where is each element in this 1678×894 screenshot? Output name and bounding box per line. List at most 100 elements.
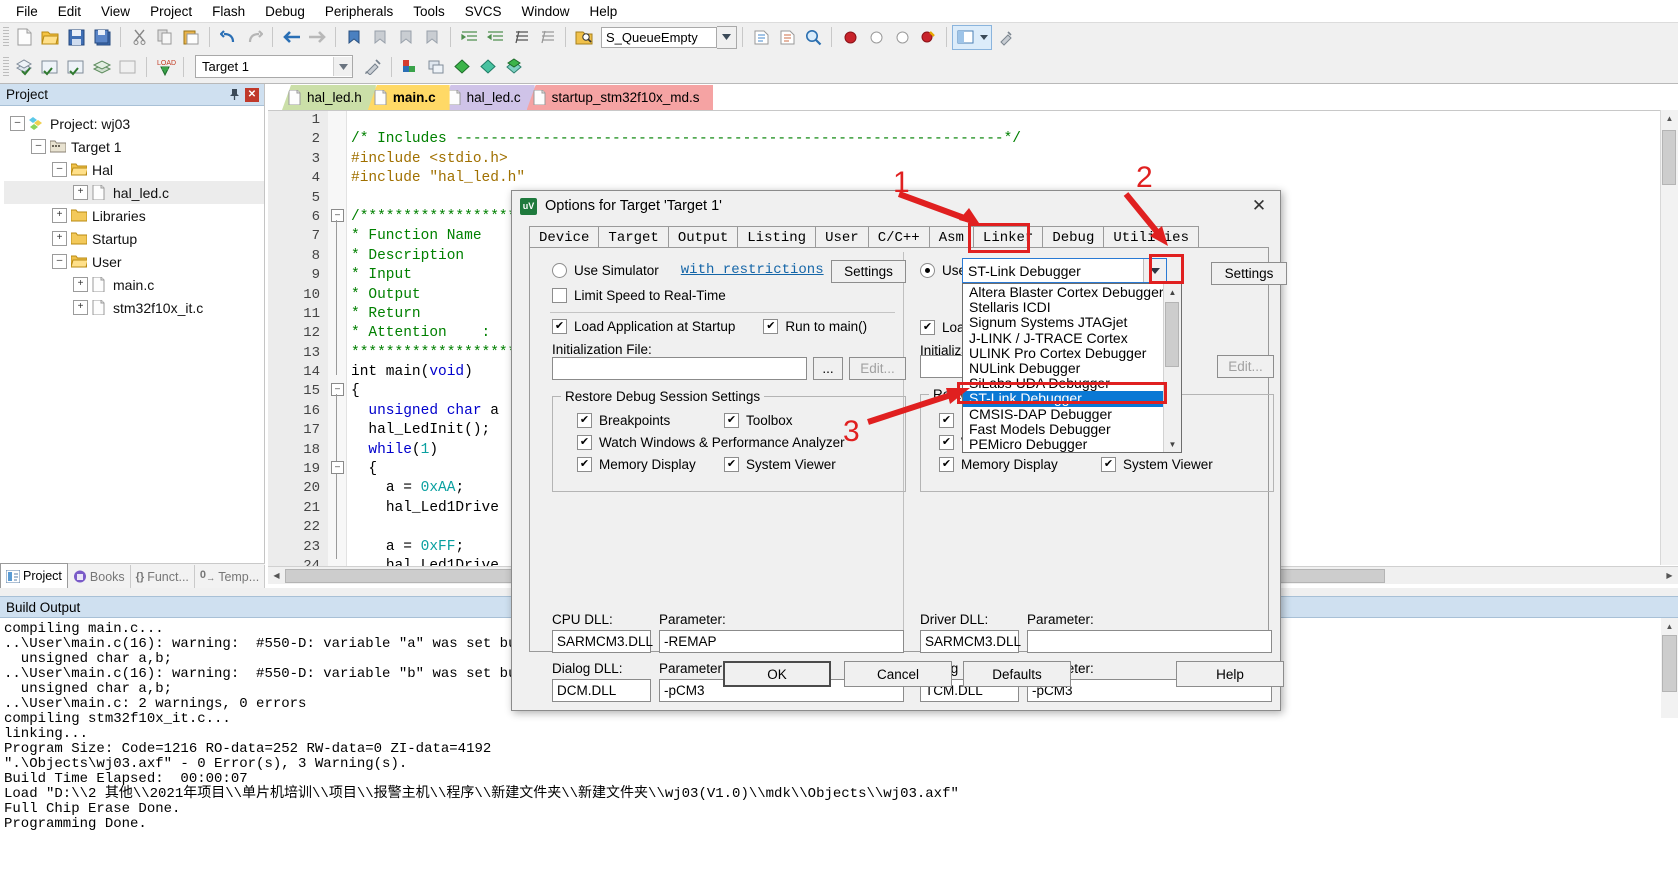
menu-item-tools[interactable]: Tools: [403, 2, 455, 21]
target-selector[interactable]: Target 1: [195, 55, 353, 78]
menu-item-window[interactable]: Window: [511, 2, 579, 21]
menu-item-edit[interactable]: Edit: [48, 2, 91, 21]
menu-item-help[interactable]: Help: [580, 2, 628, 21]
edit-button-right[interactable]: Edit...: [1217, 355, 1274, 378]
use-simulator-radio[interactable]: [552, 262, 567, 278]
multi-project-icon[interactable]: [424, 55, 448, 78]
bookmark-toggle-icon[interactable]: [342, 26, 366, 49]
run-to-main-checkbox[interactable]: ✔: [763, 319, 779, 334]
translate-file-icon[interactable]: [12, 55, 36, 78]
load-application-checkbox-right[interactable]: ✔: [920, 320, 935, 335]
breakpoint-disable-all-icon[interactable]: [916, 26, 940, 49]
build-target-icon[interactable]: [38, 55, 62, 78]
debugger-dropdown-list[interactable]: Altera Blaster Cortex Debugger Stellaris …: [962, 283, 1182, 453]
expand-icon[interactable]: +: [52, 231, 67, 246]
menu-item-view[interactable]: View: [91, 2, 140, 21]
collapse-icon[interactable]: –: [10, 116, 25, 131]
scroll-up-icon[interactable]: ▲: [1164, 284, 1181, 300]
ok-button[interactable]: OK: [723, 661, 831, 687]
dropdown-option[interactable]: Stellaris ICDI: [963, 300, 1163, 315]
save-icon[interactable]: [64, 26, 88, 49]
code-folding-column[interactable]: – – –: [328, 111, 347, 566]
dropdown-option[interactable]: Signum Systems JTAGjet: [963, 315, 1163, 330]
close-panel-button[interactable]: ✕: [245, 87, 259, 102]
tree-item[interactable]: + hal_led.c: [4, 181, 264, 204]
editor-tab-startupstm32f10xmds[interactable]: startup_stm32f10x_md.s: [526, 85, 714, 110]
driver-parameter-input[interactable]: [1027, 630, 1272, 653]
bookmark-next-icon[interactable]: [394, 26, 418, 49]
editor-tab-mainc[interactable]: main.c: [367, 85, 450, 110]
menu-item-svcs[interactable]: SVCS: [455, 2, 512, 21]
rebuild-all-icon[interactable]: [64, 55, 88, 78]
uncomment-icon[interactable]: [535, 26, 559, 49]
scroll-down-icon[interactable]: ▼: [1164, 436, 1181, 452]
build-output-vscrollbar[interactable]: ▲: [1661, 618, 1678, 718]
new-file-icon[interactable]: [12, 26, 36, 49]
watch-windows-checkbox[interactable]: ✔: [577, 435, 592, 450]
scroll-up-icon[interactable]: ▲: [1661, 618, 1678, 634]
panel-tab-books[interactable]: Books: [68, 565, 131, 588]
breakpoint-insert-icon[interactable]: [838, 26, 862, 49]
toolbox-checkbox[interactable]: ✔: [724, 413, 739, 428]
browse-button[interactable]: ...: [813, 357, 843, 380]
debugger-settings-button[interactable]: Settings: [1211, 262, 1287, 285]
breakpoints-checkbox[interactable]: ✔: [577, 413, 592, 428]
outdent-icon[interactable]: [483, 26, 507, 49]
configuration-wizard-icon[interactable]: [993, 26, 1017, 49]
cancel-button[interactable]: Cancel: [844, 661, 952, 687]
search-dropdown-arrow-icon[interactable]: [717, 25, 737, 49]
scroll-left-icon[interactable]: ◀: [268, 568, 285, 584]
fold-toggle-icon[interactable]: –: [331, 383, 344, 396]
tree-item[interactable]: – Hal: [4, 158, 264, 181]
collapse-icon[interactable]: –: [52, 254, 67, 269]
with-restrictions-link[interactable]: with restrictions: [681, 262, 824, 278]
dialog-tab-listing[interactable]: Listing: [737, 226, 817, 248]
stop-build-icon[interactable]: [116, 55, 140, 78]
bookmark-prev-icon[interactable]: [368, 26, 392, 49]
collapse-icon[interactable]: –: [52, 162, 67, 177]
dropdown-option[interactable]: Altera Blaster Cortex Debugger: [963, 285, 1163, 300]
help-button[interactable]: Help: [1176, 661, 1284, 687]
menu-item-file[interactable]: File: [6, 2, 48, 21]
manage-project-items-icon[interactable]: [361, 55, 385, 78]
scroll-thumb[interactable]: [1662, 130, 1676, 185]
defaults-button[interactable]: Defaults: [963, 661, 1071, 687]
scroll-up-icon[interactable]: ▲: [1661, 110, 1678, 127]
dialog-tab-target[interactable]: Target: [598, 226, 669, 248]
cpu-dll-input[interactable]: SARMCM3.DLL: [552, 630, 653, 653]
breakpoint-kill-all-icon[interactable]: [890, 26, 914, 49]
scroll-thumb[interactable]: [1165, 302, 1179, 367]
dialog-tab-output[interactable]: Output: [667, 226, 739, 248]
expand-icon[interactable]: +: [73, 277, 88, 292]
cut-icon[interactable]: [127, 26, 151, 49]
project-diamond-stack-icon[interactable]: [502, 55, 526, 78]
use-debugger-radio[interactable]: [920, 263, 935, 278]
open-file-icon[interactable]: [38, 26, 62, 49]
copy-icon[interactable]: [153, 26, 177, 49]
forward-arrow-icon[interactable]: [305, 26, 329, 49]
editor-vscrollbar[interactable]: ▲: [1660, 110, 1678, 565]
fold-toggle-icon[interactable]: –: [331, 461, 344, 474]
breakpoint-disable-icon[interactable]: [864, 26, 888, 49]
menu-item-flash[interactable]: Flash: [202, 2, 255, 21]
edit-button[interactable]: Edit...: [849, 357, 906, 380]
dropdown-scrollbar[interactable]: ▲ ▼: [1163, 284, 1181, 452]
menu-item-peripherals[interactable]: Peripherals: [315, 2, 403, 21]
tree-item[interactable]: + stm32f10x_it.c: [4, 296, 264, 319]
tree-item[interactable]: – User: [4, 250, 264, 273]
dropdown-option[interactable]: NULink Debugger: [963, 361, 1163, 376]
memory-display-checkbox[interactable]: ✔: [577, 457, 592, 472]
comment-icon[interactable]: [509, 26, 533, 49]
download-to-flash-icon[interactable]: LOAD: [153, 55, 177, 78]
project-diamond-green-icon[interactable]: [450, 55, 474, 78]
expand-icon[interactable]: +: [73, 300, 88, 315]
initialization-file-input[interactable]: [552, 357, 807, 380]
tree-item[interactable]: – Project: wj03: [4, 112, 264, 135]
back-arrow-icon[interactable]: [279, 26, 303, 49]
find-in-files-icon[interactable]: [572, 26, 596, 49]
panel-tab-funct[interactable]: {} Funct...: [131, 565, 195, 588]
dropdown-option[interactable]: Fast Models Debugger: [963, 422, 1163, 437]
menu-item-debug[interactable]: Debug: [255, 2, 315, 21]
tree-item[interactable]: + Libraries: [4, 204, 264, 227]
window-layout-dropdown-icon[interactable]: [977, 27, 991, 48]
